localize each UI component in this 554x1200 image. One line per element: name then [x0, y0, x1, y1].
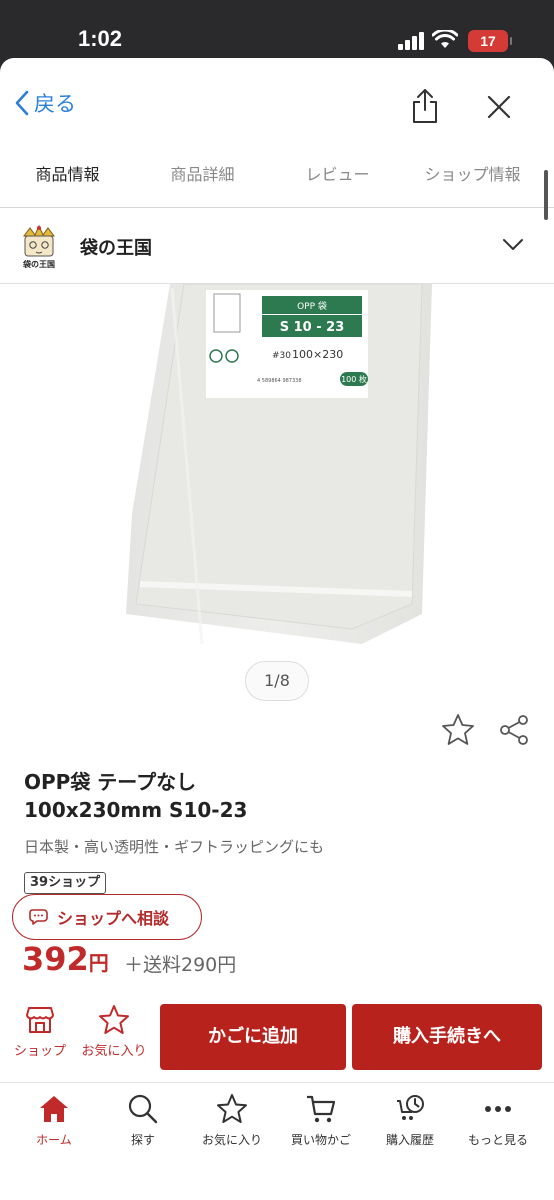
more-icon [485, 1106, 511, 1112]
search-icon [128, 1094, 158, 1124]
tab-bar-favorites-label: お気に入り [201, 1133, 262, 1147]
shipping-fee: ＋送料290円 [124, 954, 237, 976]
product-image[interactable]: OPP 袋 S 10 - 23 #30 100×230 4 589864 987… [0, 284, 554, 664]
label-barcode: 4 589864 987338 [257, 378, 302, 384]
tab-bar-history[interactable]: 購入履歴 [364, 1093, 456, 1148]
signal-icon [398, 32, 426, 50]
close-icon[interactable] [484, 92, 514, 122]
tab-product-details[interactable]: 商品詳細 [135, 154, 270, 207]
shop-logo-text: 袋の王国 [22, 259, 55, 269]
shop-logo: 袋の王国 [22, 224, 55, 269]
label-count: 100 枚 [341, 374, 367, 384]
label-thickness: #30 [272, 351, 291, 361]
label-size: 100×230 [292, 348, 343, 361]
tab-bar-search[interactable]: 探す [97, 1093, 189, 1148]
checkout-button[interactable]: 購入手続きへ [352, 1004, 542, 1070]
status-bar: 1:02 17 [0, 0, 554, 60]
tab-product-info[interactable]: 商品情報 [0, 154, 135, 207]
share-icon[interactable] [410, 88, 440, 124]
tab-bar-history-label: 購入履歴 [385, 1133, 434, 1147]
purchase-action-bar: ショップ お気に入り かごに追加 購入手続きへ [0, 1000, 554, 1082]
tab-bar-cart-label: 買い物かご [290, 1133, 351, 1147]
battery-indicator: 17 [468, 30, 512, 52]
shop-name: 袋の王国 [80, 238, 152, 259]
product-title-line1: OPP袋 テープなし [24, 770, 197, 794]
tab-bar-search-label: 探す [130, 1133, 155, 1147]
favorite-star-icon[interactable] [440, 712, 476, 748]
section-tabs: 商品情報 商品詳細 レビュー ショップ情報 [0, 154, 554, 208]
price-value: 392 [22, 940, 89, 978]
opp-bag-image: OPP 袋 S 10 - 23 #30 100×230 4 589864 987… [126, 284, 432, 645]
chat-bubble-icon [29, 909, 48, 925]
back-label: 戻る [34, 92, 76, 116]
image-pager: 1/8 [245, 661, 309, 701]
add-to-cart-button[interactable]: かごに追加 [160, 1004, 346, 1070]
shop-icon [26, 1007, 54, 1033]
label-code: S 10 - 23 [280, 320, 345, 335]
shop-button-label: ショップ [13, 1044, 66, 1059]
label-title: OPP 袋 [297, 300, 327, 312]
tab-bar-home[interactable]: ホーム [8, 1093, 100, 1148]
back-button[interactable]: 戻る [14, 88, 76, 118]
bottom-tab-bar: ホーム 探す お気に入り 買い物かご 購入履歴 もっと見る [0, 1082, 554, 1200]
chevron-left-icon [15, 90, 29, 116]
history-icon [397, 1095, 424, 1120]
product-title: OPP袋 テープなし 100x230mm S10-23 [24, 768, 524, 824]
star-icon [99, 1005, 129, 1034]
shop-button[interactable]: ショップ [5, 1004, 75, 1068]
product-price: 392円 [22, 940, 109, 978]
price-unit: 円 [88, 951, 109, 975]
cart-icon [307, 1095, 336, 1123]
home-icon [40, 1096, 68, 1122]
star-icon [217, 1094, 247, 1123]
tab-reviews[interactable]: レビュー [270, 154, 405, 207]
nav-bar: 戻る [0, 58, 554, 154]
share-nodes-icon[interactable] [498, 714, 530, 746]
product-subtitle: 日本製・高い透明性・ギフトラッピングにも [24, 838, 325, 856]
shop-header[interactable]: 袋の王国 袋の王国 [0, 208, 554, 284]
product-sheet: 戻る 商品情報 商品詳細 レビュー ショップ情報 袋の王国 袋の王国 OPP 袋… [0, 58, 554, 1200]
tab-bar-more-label: もっと見る [467, 1133, 528, 1147]
tab-bar-more[interactable]: もっと見る [452, 1093, 544, 1148]
product-title-line2: 100x230mm S10-23 [24, 798, 248, 822]
tab-bar-favorites[interactable]: お気に入り [186, 1093, 278, 1148]
favorite-button[interactable]: お気に入り [79, 1004, 149, 1068]
favorite-button-label: お気に入り [81, 1044, 147, 1059]
chevron-down-icon[interactable] [502, 238, 524, 252]
consult-label: ショップへ相談 [57, 909, 170, 928]
tab-shop-info[interactable]: ショップ情報 [405, 154, 540, 207]
consult-shop-button[interactable]: ショップへ相談 [12, 894, 202, 940]
shop-39-badge: 39ショップ [24, 872, 107, 894]
tab-bar-cart[interactable]: 買い物かご [275, 1093, 367, 1148]
status-time: 1:02 [78, 26, 123, 51]
wifi-icon [432, 30, 458, 48]
tab-bar-home-label: ホーム [36, 1133, 72, 1147]
